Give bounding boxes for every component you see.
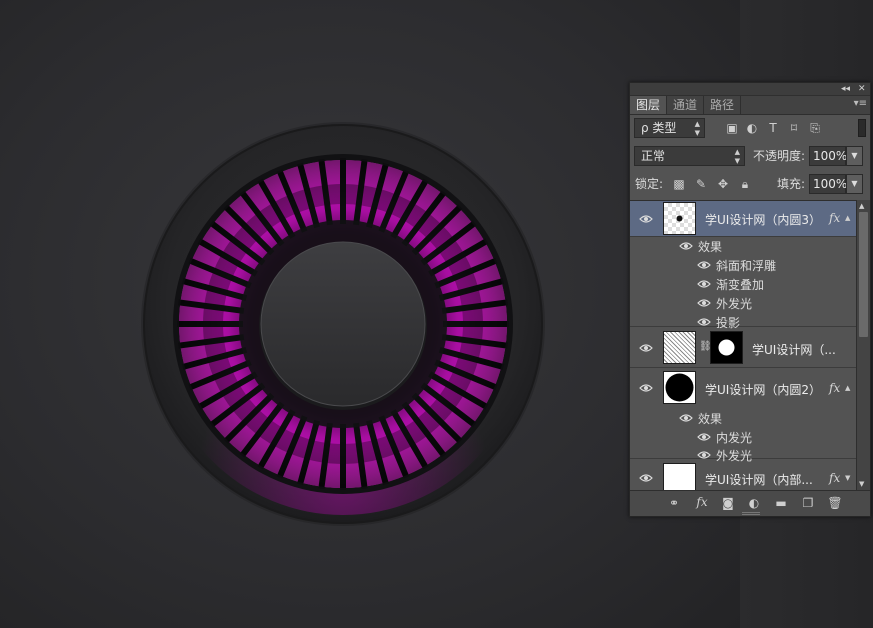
scroll-thumb[interactable] [859,212,868,337]
visibility-eye-icon[interactable] [697,432,711,442]
filter-row: ρ 类型 ▲ ▼ ▣ ◐ T ⌑ ⎘ [630,115,870,143]
layer-row[interactable]: ⛓︎ 学UI设计网（... [630,328,856,368]
layer-mask-thumbnail [710,331,743,364]
layer-thumbnail [663,331,696,364]
filter-toggle-switch[interactable] [858,119,866,137]
layer-name[interactable]: 学UI设计网（内圆2） [705,381,821,398]
effect-item[interactable]: 内发光 [716,429,752,446]
opacity-label: 不透明度: [753,149,806,163]
smart-object-filter-icon[interactable]: ⎘ [807,118,823,138]
visibility-eye-icon[interactable] [639,383,653,393]
layer-thumbnail [663,463,696,490]
lock-label: 锁定: [635,177,664,191]
layer-row[interactable]: 学UI设计网（内圆3） fx ▲ [630,201,856,237]
resize-grip[interactable] [742,512,760,515]
lock-position-icon[interactable]: ✥ [715,174,731,194]
text-filter-icon[interactable]: T [765,118,781,138]
visibility-eye-icon[interactable] [697,279,711,289]
image-filter-icon[interactable]: ▣ [724,118,740,138]
fx-icon[interactable]: fx [829,471,840,485]
add-style-fx-icon[interactable]: fx [694,495,710,509]
visibility-eye-icon[interactable] [679,413,693,423]
tab-channels[interactable]: 通道 [667,96,705,114]
scroll-down-icon[interactable]: ▼ [859,480,864,488]
expand-effects-icon[interactable]: ▼ [845,474,850,482]
effects-group: 效果 斜面和浮雕 渐变叠加 外发光 投影 [630,237,856,330]
effect-item[interactable]: 渐变叠加 [716,276,764,293]
panel-titlebar: ◂◂ ✕ [630,83,870,96]
adjustment-filter-icon[interactable]: ◐ [744,118,760,138]
blend-mode-dropdown[interactable]: 正常 ▲ ▼ [634,146,745,166]
close-panel-icon[interactable]: ✕ [858,83,866,96]
lock-image-icon[interactable]: ✎ [693,174,709,194]
add-mask-icon[interactable]: ◙ [720,496,736,510]
collapse-panel-icon[interactable]: ◂◂ [841,83,850,96]
fill-input[interactable]: 100% [809,174,847,194]
blend-row: 正常 ▲ ▼ 不透明度: 100% ▼ [630,143,870,171]
visibility-eye-icon[interactable] [639,343,653,353]
visibility-eye-icon[interactable] [679,241,693,251]
new-group-icon[interactable]: ▬ [773,496,789,510]
filter-kind-dropdown[interactable]: ρ 类型 ▲ ▼ [634,118,705,138]
layer-row[interactable]: 学UI设计网（内圆2） fx ▲ [630,368,856,408]
effect-item[interactable]: 斜面和浮雕 [716,257,776,274]
layers-scrollbar[interactable]: ▲ ▼ [856,200,870,490]
opacity-dropdown-icon[interactable]: ▼ [846,146,863,166]
layer-thumbnail [663,202,696,235]
layer-name[interactable]: 学UI设计网（内部... [705,471,813,488]
filter-kind-label: ρ 类型 [641,121,677,135]
visibility-eye-icon[interactable] [639,214,653,224]
collapse-effects-icon[interactable]: ▲ [845,214,850,222]
dropdown-arrows-icon: ▲ ▼ [734,148,740,165]
adjustment-layer-icon[interactable]: ◐ [746,496,762,510]
layer-thumbnail [663,371,696,404]
new-layer-icon[interactable]: ❐ [800,496,816,510]
fill-label: 填充: [777,177,806,191]
layer-row[interactable]: 学UI设计网（内部... fx ▼ [630,460,856,490]
scroll-up-icon[interactable]: ▲ [859,202,864,210]
visibility-eye-icon[interactable] [697,260,711,270]
link-layers-icon[interactable]: ⚭ [666,496,682,510]
tab-paths[interactable]: 路径 [704,96,742,114]
lock-all-icon[interactable]: 🔒︎ [737,174,753,194]
visibility-eye-icon[interactable] [697,317,711,327]
shape-filter-icon[interactable]: ⌑ [786,118,802,138]
fill-dropdown-icon[interactable]: ▼ [846,174,863,194]
layers-panel: ◂◂ ✕ 图层 通道 路径 ▾≡ ρ 类型 ▲ ▼ ▣ ◐ T ⌑ ⎘ 正常 ▲ ▼… [629,82,871,517]
effects-label: 效果 [698,412,723,426]
fx-icon[interactable]: fx [829,381,840,395]
panel-tabs: 图层 通道 路径 ▾≡ [630,96,870,115]
panel-bottom-bar: ⚭ fx ◙ ◐ ▬ ❐ 🗑︎ [630,490,870,516]
effect-item[interactable]: 外发光 [716,295,752,312]
panel-menu-icon[interactable]: ▾≡ [854,98,867,109]
collapse-effects-icon[interactable]: ▲ [845,384,850,392]
dropdown-arrows-icon: ▲ ▼ [694,120,700,137]
visibility-eye-icon[interactable] [697,450,711,460]
effects-label: 效果 [698,240,723,254]
layers-list: 学UI设计网（内圆3） fx ▲ 效果 斜面和浮雕 渐变叠加 外发光 投影 ⛓︎… [630,200,856,490]
visibility-eye-icon[interactable] [697,298,711,308]
blend-mode-value: 正常 [641,149,666,163]
delete-layer-icon[interactable]: 🗑︎ [827,496,843,510]
visibility-eye-icon[interactable] [639,473,653,483]
layer-name[interactable]: 学UI设计网（... [752,341,836,358]
lock-transparency-icon[interactable]: ▩ [671,174,687,194]
lock-row: 锁定: ▩ ✎ ✥ 🔒︎ 填充: 100% ▼ [630,171,870,199]
center-knob [260,241,426,407]
fx-icon[interactable]: fx [829,211,840,225]
effects-group: 效果 内发光 外发光 [630,408,856,463]
tab-layers[interactable]: 图层 [630,96,668,114]
opacity-input[interactable]: 100% [809,146,847,166]
layer-name[interactable]: 学UI设计网（内圆3） [705,211,821,228]
